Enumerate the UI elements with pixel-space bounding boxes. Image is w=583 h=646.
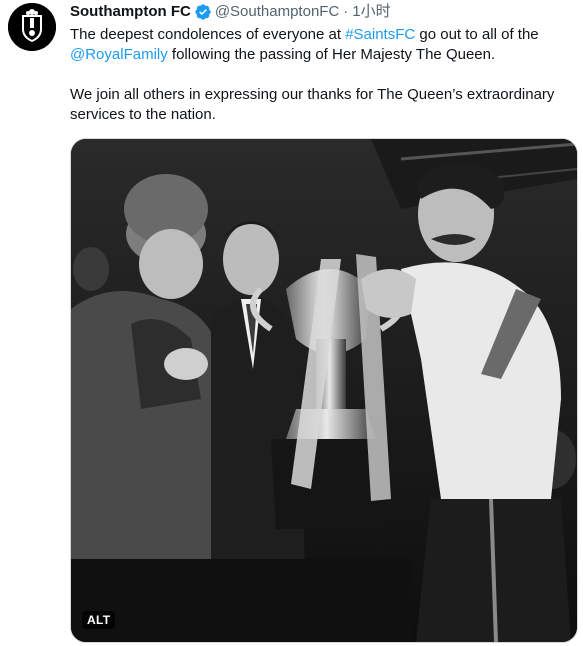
club-crest-icon [8,3,56,51]
account-handle[interactable]: @SouthamptonFC [215,2,339,22]
trophy-photo-image [71,139,577,642]
verified-badge-icon [195,4,211,20]
timestamp[interactable]: 1小时 [352,2,390,22]
tweet-paragraph-2: We join all others in expressing our tha… [70,86,555,123]
tweet-header: Southampton FC @SouthamptonFC · 1小时 [70,2,391,22]
tweet-photo[interactable] [70,138,578,643]
display-name[interactable]: Southampton FC [70,2,191,22]
mention-link[interactable]: @RoyalFamily [70,46,168,63]
tweet-text: The deepest condolences of everyone at #… [70,25,570,125]
separator-dot: · [343,3,349,20]
tweet-paragraph-1: The deepest condolences of everyone at #… [70,25,570,65]
text-segment: The deepest condolences of everyone at [70,26,346,43]
text-segment: following the passing of Her Majesty The… [167,46,496,63]
avatar[interactable] [8,3,56,51]
alt-text-badge[interactable]: ALT [82,611,116,629]
text-segment: go out to all of the [415,26,539,43]
hashtag-link[interactable]: #SaintsFC [345,26,415,43]
